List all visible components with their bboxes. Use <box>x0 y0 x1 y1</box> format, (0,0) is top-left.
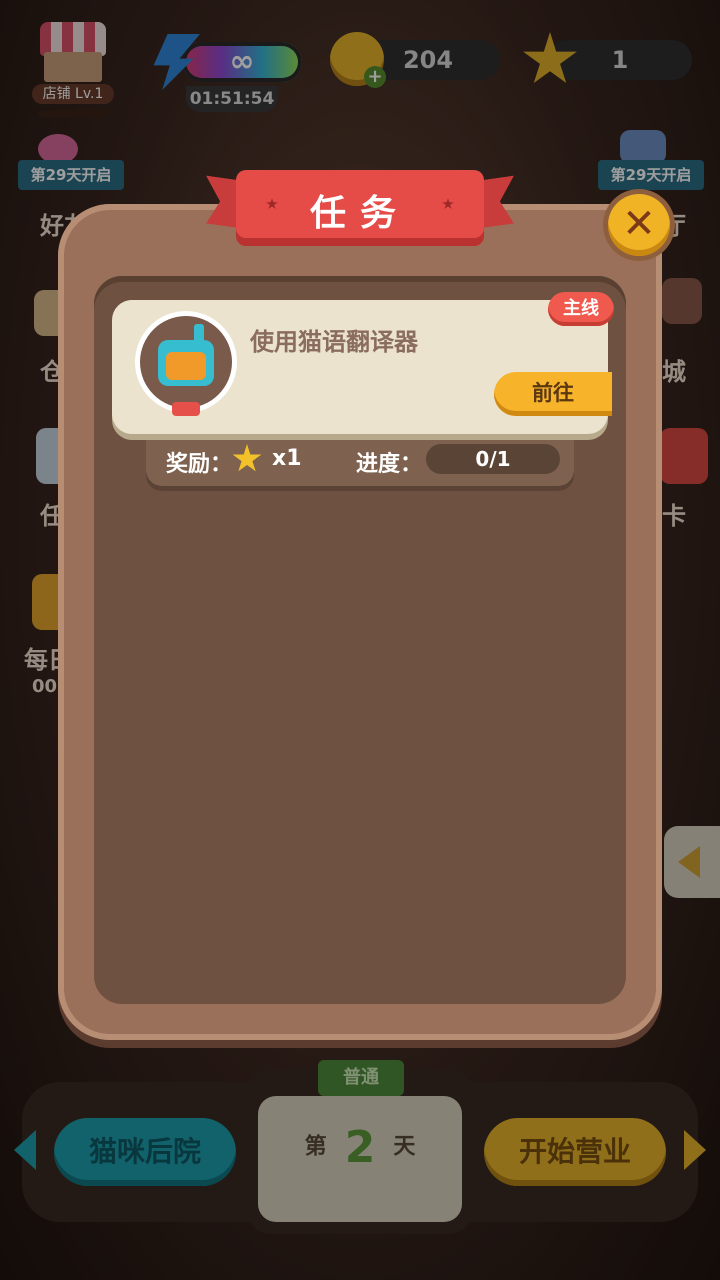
modal-title: 任务 <box>309 193 410 234</box>
task-avatar <box>140 316 232 416</box>
progress-text: 0/1 <box>475 447 511 471</box>
go-button[interactable]: 前往 <box>494 372 612 416</box>
progress-label: 进度： <box>356 452 423 477</box>
avatar-ribbon <box>172 402 200 416</box>
translator-screen <box>166 352 206 380</box>
reward-count: x1 <box>272 446 302 471</box>
task-type-badge: 主线 <box>548 292 614 326</box>
reward-label: 奖励： <box>166 452 233 477</box>
task-name: 使用猫语翻译器 <box>250 328 418 356</box>
modal-title-ribbon: 任务 <box>236 170 484 246</box>
close-button[interactable]: ✕ <box>608 194 670 256</box>
